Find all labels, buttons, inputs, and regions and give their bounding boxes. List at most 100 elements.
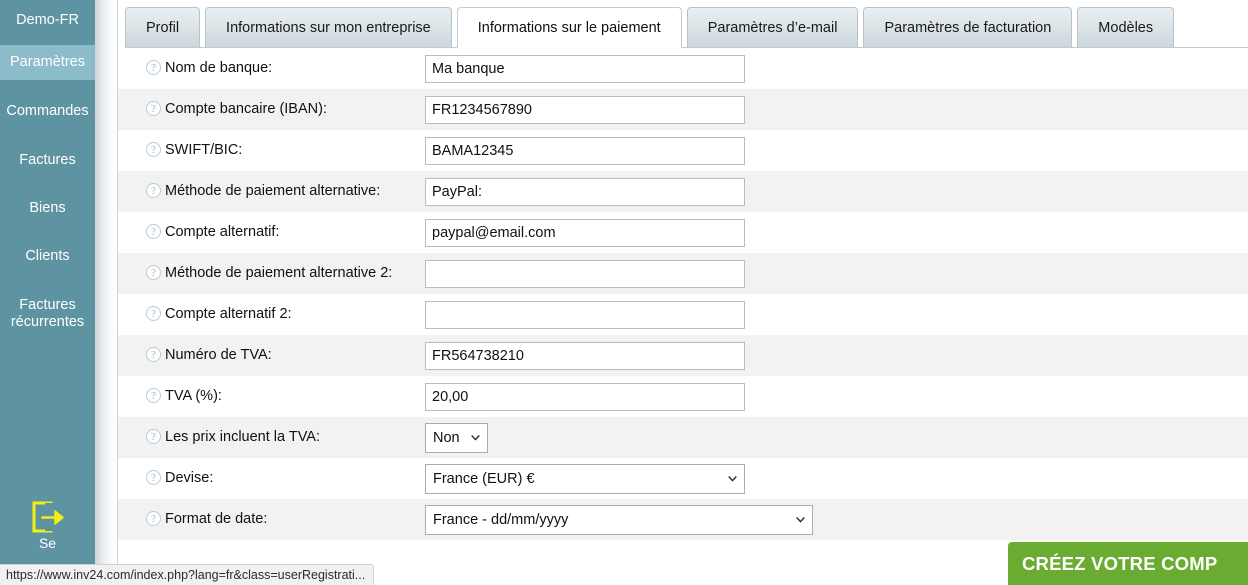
form-field-wrapper — [425, 89, 745, 130]
form-field-wrapper: Non — [425, 417, 488, 458]
form-row: ? Format de date: France - dd/mm/yyyy — [118, 499, 1248, 540]
tab-label: Informations sur mon entreprise — [226, 20, 431, 36]
form-row-label: Compte alternatif 2: — [165, 306, 292, 322]
tab-modeles[interactable]: Modèles — [1077, 7, 1175, 47]
help-icon[interactable]: ? — [146, 388, 161, 403]
form-select[interactable]: France (EUR) € — [425, 463, 745, 494]
form-select[interactable]: Non — [425, 422, 488, 453]
chevron-down-icon — [728, 475, 737, 481]
form-row-label: Compte bancaire (IBAN): — [165, 101, 327, 117]
form-row: ? Méthode de paiement alternative: — [118, 171, 1248, 212]
form-field-wrapper — [425, 171, 745, 212]
tab-label: Modèles — [1098, 20, 1154, 36]
form-text-input[interactable] — [425, 300, 745, 329]
sidebar-item-label: Factures récurrentes — [10, 297, 85, 330]
help-icon[interactable]: ? — [146, 183, 161, 198]
sidebar-item-label: Clients — [25, 248, 70, 264]
form-select[interactable]: France - dd/mm/yyyy — [425, 504, 813, 535]
status-bar-url-text: https://www.inv24.com/index.php?lang=fr&… — [6, 568, 366, 582]
form-field-wrapper — [425, 130, 745, 171]
help-icon[interactable]: ? — [146, 470, 161, 485]
form-text-input[interactable] — [425, 177, 745, 206]
form-row-label: Format de date: — [165, 511, 268, 527]
help-icon[interactable]: ? — [146, 265, 161, 280]
form-field-wrapper — [425, 212, 745, 253]
chevron-down-icon — [471, 434, 480, 440]
form-row-label: Compte alternatif: — [165, 224, 280, 240]
form-row: ? Devise: France (EUR) € — [118, 458, 1248, 499]
logout-button[interactable]: Se — [0, 500, 95, 551]
form-row: ? Compte alternatif: — [118, 212, 1248, 253]
form-field-wrapper — [425, 48, 745, 89]
tab-informations-paiement[interactable]: Informations sur le paiement — [456, 7, 682, 48]
help-icon[interactable]: ? — [146, 306, 161, 321]
chevron-down-icon — [796, 516, 805, 522]
sidebar-item-label: Biens — [29, 200, 66, 216]
sidebar-item-clients[interactable]: Clients — [0, 248, 95, 268]
logout-icon — [32, 501, 64, 533]
sidebar-item-biens[interactable]: Biens — [0, 200, 95, 220]
tab-label: Informations sur le paiement — [477, 20, 661, 36]
form-field-wrapper: France - dd/mm/yyyy — [425, 499, 813, 540]
sidebar-item-commandes[interactable]: Commandes — [0, 103, 95, 123]
tab-label: Paramètres d’e-mail — [707, 20, 838, 36]
sidebar: Demo-FR Paramètres Commandes Factures Bi… — [0, 0, 95, 565]
tab-bar: Profil Informations sur mon entreprise I… — [125, 0, 1248, 48]
help-icon[interactable]: ? — [146, 511, 161, 526]
tab-profil[interactable]: Profil — [125, 7, 201, 47]
form-select-value: France - dd/mm/yyyy — [433, 511, 569, 528]
help-icon[interactable]: ? — [146, 347, 161, 362]
sidebar-brand[interactable]: Demo-FR — [0, 10, 95, 34]
form-row: ? Nom de banque: — [118, 48, 1248, 89]
form-text-input[interactable] — [425, 259, 745, 288]
help-icon[interactable]: ? — [146, 429, 161, 444]
tab-label: Paramètres de facturation — [884, 20, 1052, 36]
app-window: Demo-FR Paramètres Commandes Factures Bi… — [0, 0, 1248, 585]
form-row: ? Numéro de TVA: — [118, 335, 1248, 376]
tab-parametres-email[interactable]: Paramètres d’e-mail — [686, 7, 859, 47]
help-icon[interactable]: ? — [146, 60, 161, 75]
form-row-label: Numéro de TVA: — [165, 347, 272, 363]
form-row: ? Les prix incluent la TVA: Non — [118, 417, 1248, 458]
form-text-input[interactable] — [425, 218, 745, 247]
form-row-label: SWIFT/BIC: — [165, 142, 243, 158]
form-row-label: Méthode de paiement alternative 2: — [165, 265, 393, 281]
form-row: ? Compte alternatif 2: — [118, 294, 1248, 335]
form-row: ? TVA (%): — [118, 376, 1248, 417]
form-row-label: Les prix incluent la TVA: — [165, 429, 321, 445]
help-icon[interactable]: ? — [146, 101, 161, 116]
form-text-input[interactable] — [425, 136, 745, 165]
content-area: Profil Informations sur mon entreprise I… — [118, 0, 1248, 565]
form-field-wrapper: France (EUR) € — [425, 458, 745, 499]
form-select-value: France (EUR) € — [433, 470, 535, 487]
form-row: ? Méthode de paiement alternative 2: — [118, 253, 1248, 294]
sidebar-item-parametres[interactable]: Paramètres — [0, 45, 95, 80]
tab-informations-entreprise[interactable]: Informations sur mon entreprise — [205, 7, 452, 47]
sidebar-item-factures-recurrentes[interactable]: Factures récurrentes — [0, 297, 95, 335]
sidebar-item-factures[interactable]: Factures — [0, 152, 95, 172]
sidebar-item-label: Factures — [19, 152, 76, 168]
help-icon[interactable]: ? — [146, 142, 161, 157]
form-text-input[interactable] — [425, 95, 745, 124]
sidebar-item-label: Paramètres — [10, 54, 85, 70]
form-row-label: Nom de banque: — [165, 60, 273, 76]
form-text-input[interactable] — [425, 341, 745, 370]
form-row-label: Devise: — [165, 470, 214, 486]
payment-settings-form: ? Nom de banque:? Compte bancaire (IBAN):?… — [118, 48, 1248, 540]
create-account-button[interactable]: CRÉEZ VOTRE COMP — [1008, 542, 1248, 585]
form-field-wrapper — [425, 253, 745, 294]
sidebar-brand-label: Demo-FR — [16, 12, 79, 28]
tab-parametres-facturation[interactable]: Paramètres de facturation — [863, 7, 1073, 47]
logout-label: Se — [38, 535, 57, 551]
form-text-input[interactable] — [425, 382, 745, 411]
sidebar-divider — [95, 0, 118, 565]
tab-label: Profil — [146, 20, 180, 36]
form-row-label: Méthode de paiement alternative: — [165, 183, 381, 199]
help-icon[interactable]: ? — [146, 224, 161, 239]
form-text-input[interactable] — [425, 54, 745, 83]
form-row: ? SWIFT/BIC: — [118, 130, 1248, 171]
status-bar-url: https://www.inv24.com/index.php?lang=fr&… — [0, 564, 375, 585]
sidebar-item-label: Commandes — [6, 103, 89, 119]
form-field-wrapper — [425, 376, 745, 417]
create-account-label: CRÉEZ VOTRE COMP — [1022, 553, 1218, 574]
